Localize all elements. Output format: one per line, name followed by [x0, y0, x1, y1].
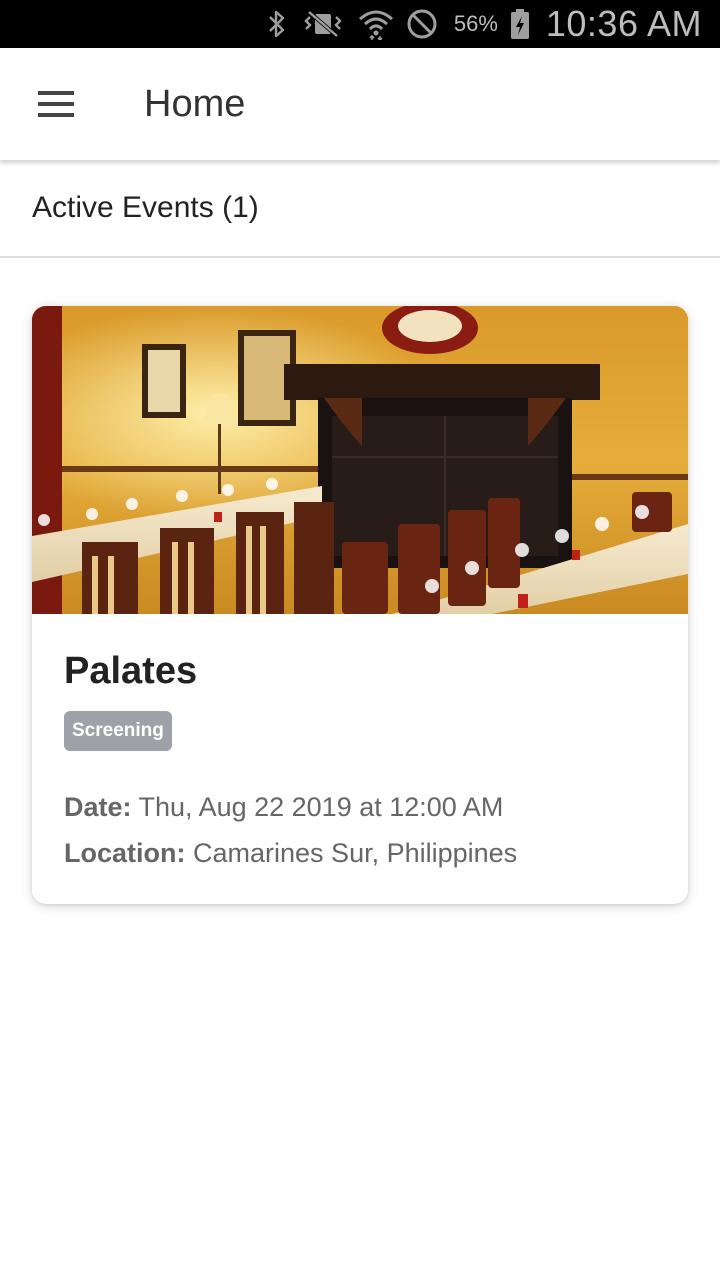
event-details: Palates Screening Date: Thu, Aug 22 2019… [32, 614, 688, 869]
status-bar: 56% 10:36 AM [0, 0, 720, 48]
event-date-label: Date: [64, 792, 132, 822]
event-card[interactable]: Palates Screening Date: Thu, Aug 22 2019… [32, 306, 688, 904]
vibrate-icon [300, 0, 346, 48]
section-title: Active Events (1) [32, 191, 259, 224]
event-location-label: Location: [64, 838, 186, 868]
event-location-value: Camarines Sur, Philippines [193, 838, 518, 868]
event-name: Palates [64, 650, 198, 692]
event-image [32, 306, 688, 614]
event-status-badge: Screening [64, 711, 172, 751]
battery-charging-icon [510, 0, 530, 48]
active-events-header: Active Events (1) [0, 160, 720, 258]
screen: 56% 10:36 AM Home Active Events (1) Pala… [0, 0, 720, 1280]
page-title: Home [144, 82, 246, 125]
restaurant-photo-illustration [32, 306, 688, 614]
event-date-value: Thu, Aug 22 2019 at 12:00 AM [138, 792, 504, 822]
battery-percent: 56% [453, 11, 498, 36]
bluetooth-icon [266, 0, 288, 48]
status-clock: 10:36 AM [545, 3, 702, 44]
do-not-disturb-icon [406, 0, 438, 48]
event-date: Date: Thu, Aug 22 2019 at 12:00 AM [64, 791, 656, 823]
hamburger-menu-icon [38, 91, 74, 117]
wifi-icon [358, 0, 394, 48]
event-location: Location: Camarines Sur, Philippines [64, 837, 656, 869]
menu-button[interactable] [0, 48, 112, 160]
app-bar: Home [0, 48, 720, 160]
